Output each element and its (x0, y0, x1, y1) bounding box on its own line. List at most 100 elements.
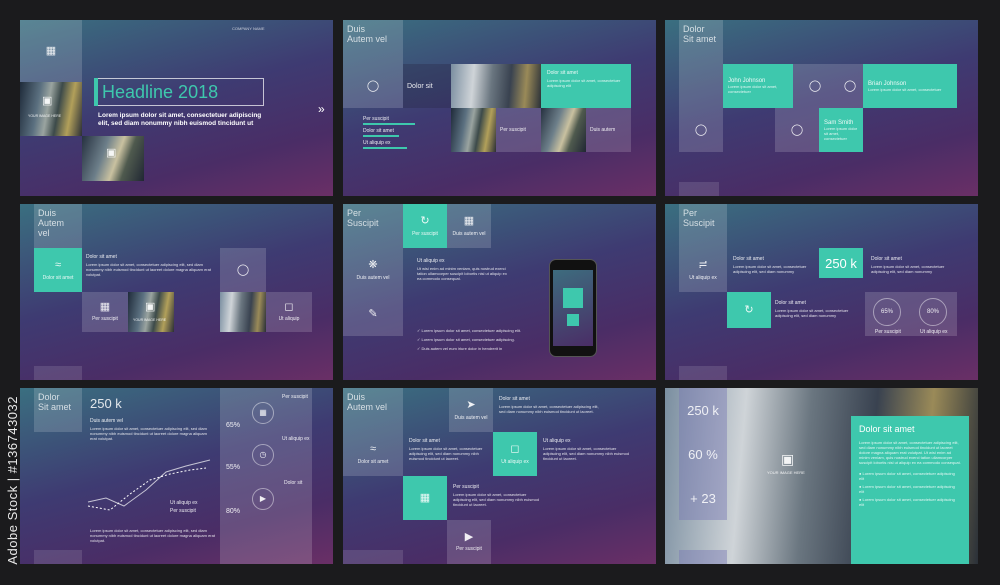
slide-subtitle: Suscipit (683, 218, 715, 228)
text-body: Lorem ipsum dolor sit amet, consectetuer… (733, 264, 807, 274)
tile: ▦ (20, 20, 82, 82)
calendar-icon: ▦ (419, 491, 431, 504)
check-item: ✓ Lorem ipsum dolor sit amet, consectetu… (417, 337, 515, 342)
slide-subtitle: Sit amet (38, 402, 72, 412)
user-tile: ◯ (679, 108, 723, 152)
legend-2: Per suscipit (170, 508, 196, 514)
rocket-icon: ➤ (466, 398, 476, 411)
teal-tile: ↻ (727, 292, 771, 328)
panel-text: Lorem ipsum dolor sit amet, consectetuer… (859, 440, 961, 465)
refresh-icon: ↻ (744, 303, 754, 316)
gauge-label-1: Per suscipit (875, 329, 901, 335)
footer-tile (679, 366, 727, 380)
slide-5[interactable]: Per Suscipit ↻ Per suscipit ▦ Duis autem… (343, 204, 656, 380)
slide-title: Duis (347, 24, 366, 34)
slide-subtitle: Sit amet (683, 34, 717, 44)
watermark: Adobe Stock | #136743032 (5, 396, 20, 565)
tile-label: Ut aliquip (278, 316, 300, 322)
image-label: YOUR IMAGE HERE (28, 114, 62, 118)
tile: Per suscipit (496, 108, 541, 152)
bullet-item: ● Lorem ipsum dolor sit amet, consectetu… (859, 471, 955, 481)
image-label: YOUR IMAGE HERE (767, 470, 805, 475)
shield-icon: ◻ (284, 301, 294, 313)
big-value: 250 k (90, 396, 122, 411)
camera-icon: ▣ (781, 451, 795, 467)
next-arrow-icon[interactable]: » (318, 102, 325, 116)
tile-label: Duis autem vel (454, 414, 488, 421)
teal-tile: Dolor sit amet Lorem ipsum dolor sit ame… (541, 64, 631, 108)
slide-subtitle: Suscipit (347, 218, 379, 228)
tile: ▦ Duis autem vel (447, 204, 491, 248)
title-tile: Duis Autem vel (343, 388, 403, 432)
progress-bar-3 (363, 147, 407, 149)
slide-9[interactable]: 250 k 60 % + 23 ▣ YOUR IMAGE HERE Dolor … (665, 388, 978, 564)
camera-icon: ▣ (145, 301, 156, 313)
panel-label-3: Dolor sit (284, 480, 303, 486)
screen-tile-2 (567, 314, 579, 326)
user-tile: ◯ (220, 248, 266, 292)
title-tile: Dolor Sit amet (34, 388, 82, 432)
bar-label-3: Ut aliquip ex (363, 140, 391, 146)
tile: ✎ (343, 292, 403, 336)
text-heading: Duis autem vel (90, 418, 124, 424)
teal-panel: Dolor sit amet Lorem ipsum dolor sit ame… (851, 416, 969, 564)
slide-title: Per (683, 208, 698, 218)
bullet-item: ● Lorem ipsum dolor sit amet, consectetu… (859, 484, 955, 494)
tile: ◻ Ut aliquip (266, 292, 312, 332)
tile: ▦ Per suscipit (82, 292, 128, 332)
tile-label: Dolor sit amet (42, 274, 74, 281)
image-placeholder-2 (451, 108, 496, 152)
text-heading: Dolor sit amet (86, 254, 117, 260)
image-placeholder-3 (541, 108, 586, 152)
slide-2[interactable]: Duis Autem vel ◯ Dolor sit Dolor sit ame… (343, 20, 656, 196)
shield-icon: ◻ (510, 442, 520, 455)
user-icon: ◯ (843, 79, 857, 92)
tile-label: Duis autem (590, 127, 616, 133)
atom-icon: ❋ (368, 258, 378, 271)
bar-label-2: Dolor sit amet (363, 128, 394, 134)
slide-6[interactable]: Per Suscipit ≓ Ut aliquip ex Dolor sit a… (665, 204, 978, 380)
user-tile: ◯ (837, 64, 863, 108)
headline-text: Headline 2018 (102, 82, 219, 102)
text-body: Lorem ipsum dolor sit amet, consectetuer… (90, 426, 207, 441)
play-icon: ▶ (464, 531, 474, 543)
text-body: Lorem ipsum dolor sit amet, consectetuer… (543, 446, 630, 461)
person-card-2: Brian Johnson Lorem ipsum dolor sit amet… (863, 64, 957, 108)
slide-4[interactable]: Duis Autem vel ≈ Dolor sit amet Dolor si… (20, 204, 333, 380)
tile-label: Dolor sit (407, 82, 433, 90)
person-text: Lorem ipsum dolor sit amet, consectetuer (824, 125, 858, 141)
slide-3[interactable]: Dolor Sit amet John Johnson Lorem ipsum … (665, 20, 978, 196)
slide-8[interactable]: Duis Autem vel ➤ Duis autem vel Dolor si… (343, 388, 656, 564)
image-placeholder-2 (220, 292, 266, 332)
tile-label: Per suscipit (412, 230, 438, 237)
tile-label: Dolor sit amet (357, 458, 389, 465)
image-label: YOUR IMAGE HERE (133, 318, 167, 322)
slide-subtitle: Autem vel (38, 218, 65, 238)
camera-icon: ▣ (42, 95, 53, 107)
stat-value: 250 k (687, 402, 719, 418)
gauge-value-3: 80% (226, 508, 241, 515)
footer-tile (34, 550, 82, 564)
text-body: Lorem ipsum dolor sit amet, consectetuer… (499, 404, 599, 414)
text-body: Lorem ipsum dolor sit amet, consectetuer… (871, 264, 945, 274)
teal-tile-2: ▦ (403, 476, 447, 520)
slide-subtitle: Autem vel (347, 402, 388, 412)
graph-icon: ≈ (369, 442, 377, 455)
graph-icon: ≈ (54, 258, 62, 271)
big-value: 250 k (825, 255, 857, 271)
tile-label: Per suscipit (456, 546, 482, 552)
image-placeholder: ▣ YOUR IMAGE HERE (20, 82, 82, 136)
person-text: Lorem ipsum dolor sit amet, consectetuer (728, 84, 778, 94)
person-text: Lorem ipsum dolor sit amet, consectetuer (868, 86, 942, 92)
tile-label: Per suscipit (92, 316, 118, 322)
title-tile: Duis Autem vel (343, 20, 403, 64)
slide-1[interactable]: ▦ ▣ YOUR IMAGE HERE ▣ Headline 2018 Lore… (20, 20, 333, 196)
slide-subtitle: Autem vel (347, 34, 388, 44)
slide-title: Dolor (683, 24, 705, 34)
gauge-ring-1: 65% (873, 298, 901, 326)
calendar-icon: ▦ (45, 44, 57, 57)
user-icon: ◯ (694, 123, 708, 136)
timer-icon: ◷ (259, 450, 267, 459)
user-tile: ◯ (775, 108, 819, 152)
slide-7[interactable]: Dolor Sit amet 250 k Duis autem vel Lore… (20, 388, 333, 564)
